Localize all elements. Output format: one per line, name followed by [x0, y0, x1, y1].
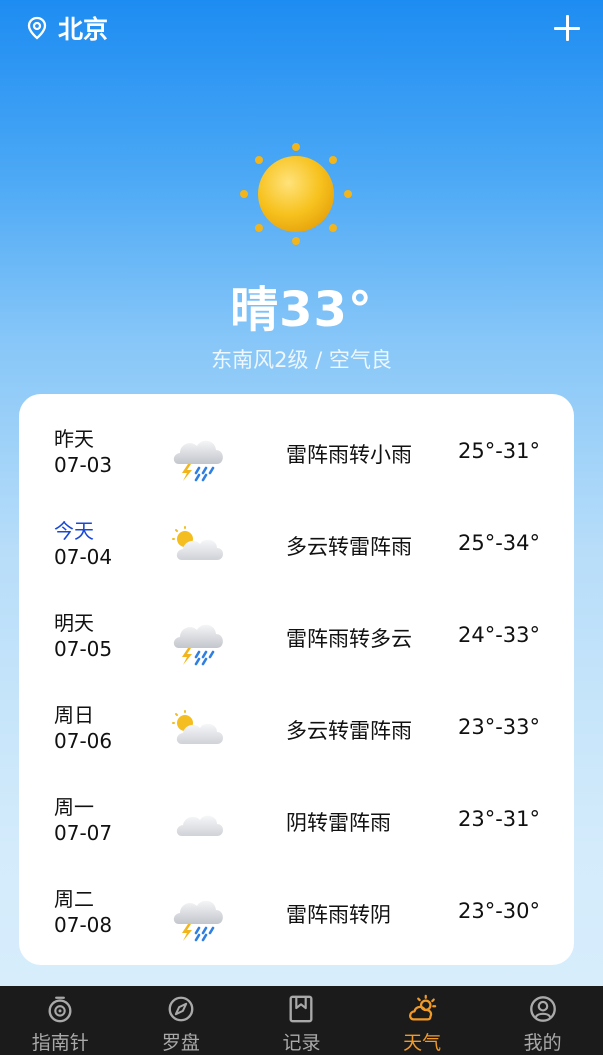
thunderstorm-icon: [169, 434, 229, 482]
tab-compass[interactable]: 指南针: [0, 986, 121, 1055]
forecast-row[interactable]: 今天 07-04 多云转雷阵雨 25°-34°: [19, 486, 574, 578]
forecast-day: 昨天: [54, 427, 94, 451]
tab-label: 天气: [403, 1032, 442, 1054]
forecast-condition: 雷阵雨转小雨: [286, 443, 412, 467]
location-name: 北京: [58, 15, 109, 44]
forecast-row[interactable]: 明天 07-05 雷阵雨转多云 24°-33°: [19, 578, 574, 670]
thunderstorm-icon: [169, 618, 229, 666]
tab-weather[interactable]: 天气: [362, 986, 483, 1055]
forecast-date: 07-03: [54, 453, 113, 477]
forecast-date: 07-06: [54, 729, 113, 753]
cloudy-icon: [169, 802, 229, 850]
tab-luopan[interactable]: 罗盘: [121, 986, 242, 1055]
location-pin-icon: [27, 16, 47, 40]
wind-air-quality: 东南风2级 / 空气良: [211, 348, 392, 372]
compass-needle-icon: [168, 996, 194, 1022]
partly-cloudy-icon: [169, 710, 229, 758]
bottom-tab-bar: 指南针 罗盘 记录 天气 我的: [0, 986, 603, 1055]
top-bar: 北京: [0, 0, 603, 56]
forecast-row[interactable]: 昨天 07-03 雷阵雨转小雨 25°-31°: [19, 394, 574, 486]
compass-icon: [48, 996, 72, 1023]
weather-icon: [409, 994, 437, 1021]
forecast-condition: 多云转雷阵雨: [286, 535, 412, 559]
forecast-condition: 阴转雷阵雨: [286, 811, 391, 835]
forecast-row[interactable]: 周一 07-07 阴转雷阵雨 23°-31°: [19, 762, 574, 854]
current-condition-temp: 晴33°: [230, 282, 373, 338]
forecast-range: 23°-33°: [457, 715, 540, 739]
forecast-row[interactable]: 周日 07-06 多云转雷阵雨 23°-33°: [19, 670, 574, 762]
thunderstorm-icon: [169, 894, 229, 942]
tab-label: 指南针: [31, 1032, 89, 1054]
forecast-date: 07-05: [54, 637, 113, 661]
forecast-date: 07-04: [54, 545, 113, 569]
forecast-date: 07-08: [54, 913, 113, 937]
forecast-card: 昨天 07-03 雷阵雨转小雨 25°-31° 今天 07-04 多云转雷阵雨 …: [19, 394, 574, 965]
forecast-range: 23°-31°: [457, 807, 540, 831]
forecast-range: 24°-33°: [457, 623, 540, 647]
forecast-condition: 雷阵雨转多云: [286, 627, 412, 651]
partly-cloudy-icon: [169, 526, 229, 574]
profile-icon: [529, 996, 556, 1022]
forecast-range: 25°-31°: [457, 439, 540, 463]
location-selector[interactable]: 北京: [24, 10, 108, 46]
forecast-day: 今天: [54, 519, 94, 543]
tab-profile[interactable]: 我的: [482, 986, 603, 1055]
tab-label: 记录: [282, 1032, 321, 1054]
forecast-day: 明天: [54, 611, 94, 635]
forecast-day: 周日: [54, 703, 94, 727]
bookmark-icon: [290, 995, 313, 1023]
add-city-button[interactable]: [553, 14, 581, 42]
forecast-row[interactable]: 周二 07-08 雷阵雨转阴 23°-30°: [19, 854, 574, 946]
forecast-day: 周一: [54, 795, 94, 819]
forecast-condition: 雷阵雨转阴: [286, 903, 391, 927]
forecast-range: 25°-34°: [457, 531, 540, 555]
forecast-condition: 多云转雷阵雨: [286, 719, 412, 743]
forecast-date: 07-07: [54, 821, 113, 845]
tab-label: 我的: [523, 1032, 562, 1054]
forecast-day: 周二: [54, 887, 94, 911]
forecast-range: 23°-30°: [457, 899, 540, 923]
sunny-icon: [236, 142, 356, 246]
tab-label: 罗盘: [161, 1032, 200, 1054]
tab-records[interactable]: 记录: [241, 986, 362, 1055]
